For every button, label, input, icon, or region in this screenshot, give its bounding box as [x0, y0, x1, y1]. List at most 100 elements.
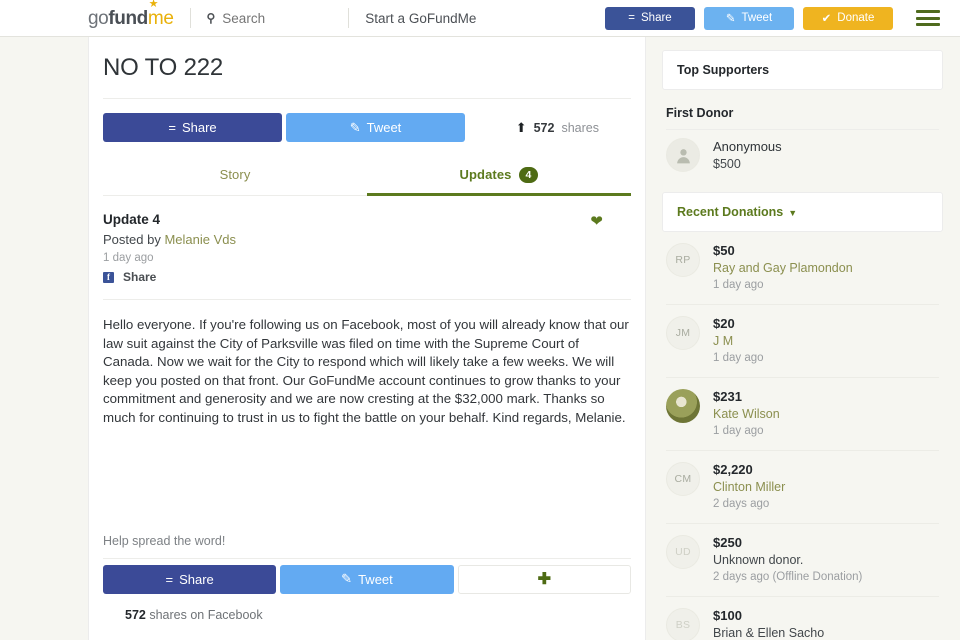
facebook-icon: = [168, 120, 176, 135]
update-author-link[interactable]: Melanie Vds [164, 232, 236, 247]
update-title: Update 4 [103, 212, 161, 227]
donor-name[interactable]: Kate Wilson [713, 407, 780, 421]
share-count-indicator: ⬆ 572 shares [516, 120, 599, 136]
donation-amount: $20 [713, 316, 735, 331]
donation-info: $100 Brian & Ellen Sacho 2 days ago (Off… [713, 608, 862, 640]
list-item[interactable]: UD $250 Unknown donor. 2 days ago (Offli… [666, 523, 939, 596]
spread-tweet-button[interactable]: ✎ Tweet [280, 564, 454, 594]
recent-donations-label: Recent Donations [677, 205, 784, 219]
top-supporters-card[interactable]: Top Supporters [662, 50, 943, 90]
donation-amount: $100 [713, 608, 742, 623]
donation-amount: $2,220 [713, 462, 753, 477]
twitter-icon: ✎ [349, 119, 361, 135]
first-donor-info: Anonymous $500 [713, 139, 782, 171]
trending-up-icon: ⬆ [515, 119, 527, 135]
donation-amount: $50 [713, 243, 735, 258]
spread-share-label: Share [179, 571, 214, 587]
donor-name[interactable]: Clinton Miller [713, 480, 785, 494]
list-item[interactable]: JM $20 J M 1 day ago [666, 304, 939, 377]
twitter-icon: ✎ [341, 571, 353, 587]
tab-story[interactable]: Story [103, 156, 367, 196]
person-icon [676, 148, 690, 163]
logo-fund: fund [108, 8, 148, 29]
list-item[interactable]: RP $50 Ray and Gay Plamondon 1 day ago [666, 232, 939, 304]
hamburger-menu-icon[interactable] [916, 9, 940, 27]
heart-icon[interactable]: ❤ [590, 212, 603, 230]
more-share-options-button[interactable]: ✚ [457, 564, 631, 594]
update-pagination: 4 3 2 1 [103, 622, 631, 640]
facebook-share-count: 572 shares on Facebook [103, 594, 631, 622]
first-donor-heading: First Donor [666, 106, 734, 120]
twitter-icon: ✎ [725, 13, 736, 25]
nav-donate-button[interactable]: ✔ Donate [803, 6, 893, 30]
crown-icon: ★ [148, 0, 159, 10]
first-donor-row[interactable]: Anonymous $500 [662, 130, 943, 186]
page-body: NO TO 222 = Share ✎ Tweet ⬆ 572 shares Sto… [0, 37, 960, 640]
campaign-main-column: NO TO 222 = Share ✎ Tweet ⬆ 572 shares Sto… [88, 37, 646, 640]
logo-go: go [88, 8, 109, 29]
donation-time: 2 days ago (Offline Donation) [713, 571, 863, 583]
start-gofundme-link[interactable]: Start a GoFundMe [365, 11, 476, 26]
update-share-label[interactable]: Share [123, 270, 156, 284]
facebook-icon: = [165, 571, 174, 587]
avatar: JM [666, 316, 700, 350]
donor-name: Unknown donor. [713, 553, 804, 567]
update-timestamp: 1 day ago [103, 252, 154, 264]
posted-by-prefix: Posted by [103, 232, 165, 247]
campaign-share-row: = Share ✎ Tweet ⬆ 572 shares [103, 99, 631, 156]
donation-time: 1 day ago [713, 425, 764, 437]
search-input[interactable] [222, 10, 333, 26]
top-supporters-title: Top Supporters [677, 63, 770, 77]
avatar [666, 389, 700, 423]
nav-divider-1 [189, 8, 191, 28]
donations-list: RP $50 Ray and Gay Plamondon 1 day ago J… [662, 232, 943, 640]
update-share-row[interactable]: f Share [103, 270, 631, 284]
spread-word-heading: Help spread the word! [103, 533, 226, 548]
tab-updates-badge: 4 [518, 167, 539, 183]
avatar-initials: BS [675, 619, 691, 631]
content-tabs: Story Updates 4 [103, 156, 631, 196]
avatar-initials: RP [675, 254, 691, 266]
campaign-share-label: Share [181, 120, 217, 135]
first-donor-name: Anonymous [713, 139, 782, 154]
nav-tweet-button[interactable]: ✎ Tweet [704, 6, 794, 30]
recent-donations-card[interactable]: Recent Donations ▼ [662, 192, 943, 232]
campaign-tweet-button[interactable]: ✎ Tweet [286, 113, 465, 142]
list-item[interactable]: BS $100 Brian & Ellen Sacho 2 days ago (… [666, 596, 939, 640]
nav-divider-2 [348, 8, 350, 28]
update-post: Update 4 Posted by Melanie Vds 1 day ago… [103, 196, 631, 428]
campaign-share-button[interactable]: = Share [103, 113, 282, 142]
first-donor-amount: $500 [713, 157, 741, 171]
donation-time: 1 day ago [713, 352, 764, 364]
donor-name[interactable]: Ray and Gay Plamondon [713, 261, 853, 275]
avatar-initials: CM [674, 473, 692, 485]
recent-donations-title: Recent Donations ▼ [677, 205, 928, 219]
tab-story-label: Story [219, 167, 251, 182]
avatar [666, 138, 700, 172]
update-author-line: Posted by Melanie Vds [103, 232, 631, 247]
spread-share-button[interactable]: = Share [103, 564, 277, 594]
list-item[interactable]: $231 Kate Wilson 1 day ago [666, 377, 939, 450]
nav-actions: = Share ✎ Tweet ✔ Donate [605, 6, 940, 30]
update-body-text: Hello everyone. If you're following us o… [103, 317, 629, 426]
donor-name: Brian & Ellen Sacho [713, 626, 825, 640]
donation-time: 1 day ago [713, 279, 764, 291]
avatar-initials: JM [675, 327, 691, 339]
search-box[interactable]: ⚲ [207, 10, 333, 26]
nav-donate-label: Donate [837, 12, 875, 24]
campaign-tweet-label: Tweet [366, 120, 402, 135]
list-item[interactable]: CM $2,220 Clinton Miller 2 days ago [666, 450, 939, 523]
facebook-share-count-value: 572 [125, 607, 146, 622]
chevron-down-icon[interactable]: ▼ [788, 208, 797, 218]
plus-icon: ✚ [537, 571, 552, 589]
nav-tweet-label: Tweet [741, 12, 773, 24]
donor-name[interactable]: J M [713, 334, 764, 348]
donation-time: 2 days ago [713, 498, 770, 510]
nav-share-button[interactable]: = Share [605, 6, 695, 30]
donation-amount: $231 [713, 389, 742, 404]
sidebar: Top Supporters First Donor Anonymous $50… [662, 37, 943, 640]
gofundme-logo[interactable]: ★ gofundme [88, 0, 174, 30]
donation-amount: $250 [713, 535, 742, 550]
tab-updates[interactable]: Updates 4 [367, 156, 631, 196]
facebook-icon: = [628, 12, 636, 24]
